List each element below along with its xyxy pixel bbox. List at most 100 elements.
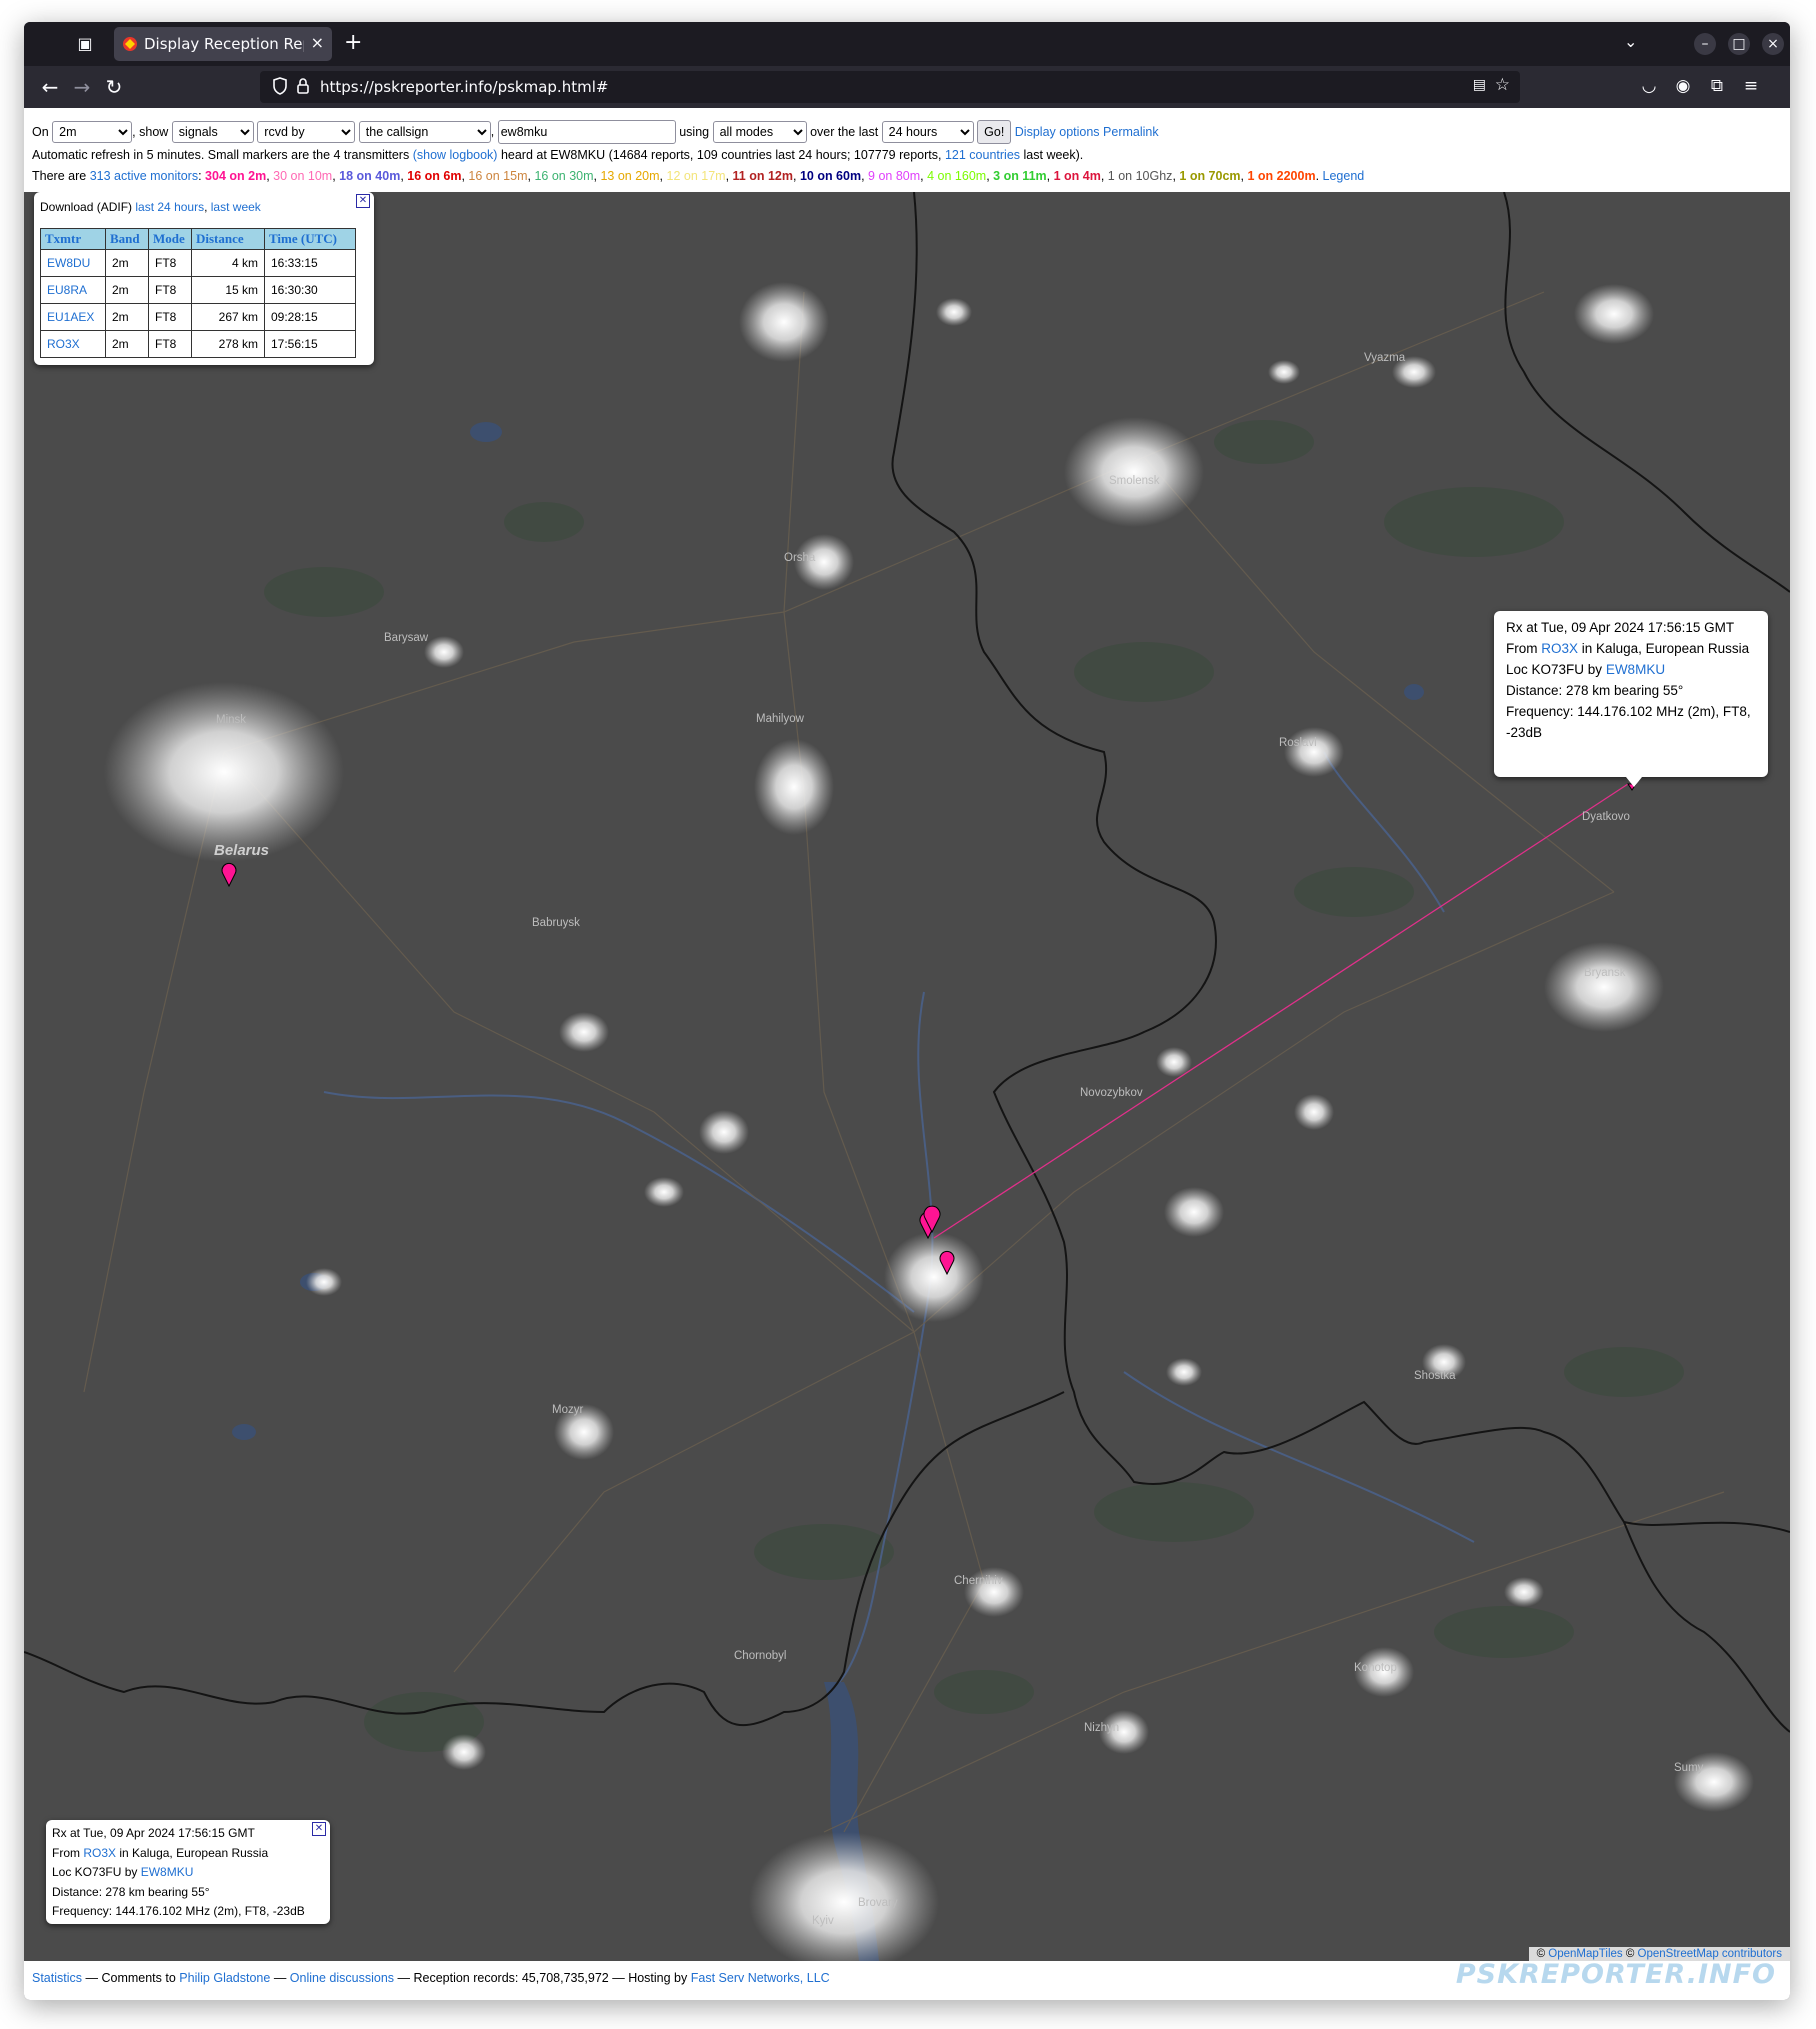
map-label: Orsha	[784, 552, 816, 564]
period-select[interactable]: 24 hours	[881, 121, 974, 143]
account-icon[interactable]: ◉	[1672, 76, 1694, 96]
col-distance[interactable]: Distance	[191, 228, 265, 250]
col-mode[interactable]: Mode	[148, 228, 192, 250]
comments-text: — Comments to	[85, 1971, 176, 1985]
map-label: Dyatkovo	[1582, 811, 1630, 823]
popup-from-label: From	[52, 1845, 80, 1860]
dash-text: —	[273, 1971, 287, 1985]
band-count: 10 on 60m	[799, 169, 862, 183]
pskreporter-favicon-icon	[123, 37, 137, 51]
callsign-input[interactable]	[497, 120, 676, 144]
display-options-link[interactable]: Display options	[1015, 125, 1100, 139]
mode-cell: FT8	[148, 276, 192, 304]
download-lastweek-link[interactable]: last week	[211, 200, 261, 214]
forward-icon[interactable]: →	[70, 75, 94, 99]
bubble-pointer	[1626, 777, 1642, 787]
new-tab-icon[interactable]: +	[344, 30, 362, 55]
tab-close-icon[interactable]: ×	[311, 33, 324, 52]
map-label: Chernihiv	[954, 1575, 1003, 1587]
band-count: 1 on 70cm	[1179, 169, 1241, 183]
band-count: 16 on 6m	[407, 169, 462, 183]
show-select[interactable]: signals	[171, 121, 254, 143]
refresh-info: Automatic refresh in 5 minutes. Small ma…	[32, 148, 1083, 162]
maximize-icon[interactable]: □	[1728, 33, 1750, 55]
popup-receiver-link[interactable]: EW8MKU	[141, 1865, 194, 1879]
tracking-protection-shield-icon[interactable]	[272, 77, 288, 95]
reload-icon[interactable]: ↻	[102, 75, 126, 99]
band-count: 11 on 12m	[732, 169, 793, 183]
monitors-pre-text: There are	[32, 169, 87, 183]
show-logbook-link[interactable]: (show logbook)	[413, 148, 498, 162]
tab-list-icon[interactable]: ▣	[74, 33, 96, 55]
band-count: 1 on 10Ghz	[1107, 169, 1173, 183]
legend-link[interactable]: Legend	[1323, 169, 1365, 183]
page-footer: Statistics — Comments to Philip Gladston…	[32, 1971, 830, 1985]
back-icon[interactable]: ←	[38, 75, 62, 99]
time-cell: 17:56:15	[264, 330, 356, 358]
on-label: On	[32, 125, 49, 139]
band-cell: 2m	[105, 276, 149, 304]
lock-icon[interactable]	[296, 77, 310, 95]
colon-text: :	[198, 169, 202, 183]
bubble-from-call-link[interactable]: RO3X	[1541, 641, 1578, 656]
bubble-receiver-link[interactable]: EW8MKU	[1606, 662, 1665, 677]
menu-hamburger-icon[interactable]: ≡	[1740, 76, 1762, 96]
popup-rx-time: Rx at Tue, 09 Apr 2024 17:56:15 GMT	[52, 1826, 255, 1840]
permalink-link[interactable]: Permalink	[1103, 125, 1159, 139]
map-label: Barysaw	[384, 632, 429, 644]
bookmark-star-icon[interactable]: ☆	[1495, 75, 1510, 95]
reader-view-icon[interactable]: ▤	[1473, 77, 1486, 93]
band-count: 304 on 2m	[205, 169, 267, 183]
pocket-icon[interactable]: ◡	[1638, 76, 1660, 96]
map-canvas[interactable]: Minsk Belarus Babruysk Mahilyow Orsha Smolens…	[24, 192, 1790, 1961]
band-counts: 304 on 2m, 30 on 10m, 18 on 40m, 16 on 6…	[205, 169, 1323, 183]
reports-text: heard at EW8MKU (14684 reports, 109 coun…	[500, 148, 942, 162]
map-label: Belarus	[214, 842, 270, 859]
band-count: 16 on 15m	[468, 169, 528, 183]
bubble-distance: Distance: 278 km bearing 55°	[1506, 683, 1684, 698]
txmtr-link[interactable]: EU1AEX	[47, 310, 94, 324]
tab-active[interactable]: Display Reception Reports ×	[114, 27, 332, 61]
txmtr-link[interactable]: EU8RA	[47, 283, 87, 297]
close-window-icon[interactable]: ×	[1762, 33, 1784, 55]
extensions-icon[interactable]: ⧉	[1706, 76, 1728, 96]
col-txmtr[interactable]: Txmtr	[40, 228, 106, 250]
txmtr-link[interactable]: EW8DU	[47, 256, 90, 270]
time-cell: 16:33:15	[264, 249, 356, 277]
list-tabs-chevron-icon[interactable]: ⌄	[1624, 32, 1637, 51]
who-select[interactable]: the callsign	[358, 121, 491, 143]
close-detail-popup-icon[interactable]: ✕	[312, 1822, 326, 1836]
countries-link[interactable]: 121 countries	[945, 148, 1020, 162]
minimize-icon[interactable]: –	[1694, 33, 1716, 55]
band-select[interactable]: 2m	[52, 121, 133, 143]
download-last24-link[interactable]: last 24 hours	[135, 200, 204, 214]
bubble-frequency: Frequency: 144.176.102 MHz (2m), FT8, -2…	[1506, 704, 1751, 740]
hosting-link[interactable]: Fast Serv Networks, LLC	[691, 1971, 830, 1985]
reception-info-bubble: Rx at Tue, 09 Apr 2024 17:56:15 GMT From…	[1494, 611, 1768, 787]
online-discussions-link[interactable]: Online discussions	[290, 1971, 394, 1985]
map-label: Shostka	[1414, 1370, 1456, 1382]
mode-select[interactable]: all modes	[712, 121, 807, 143]
map-label: Mozyr	[552, 1404, 584, 1416]
go-button[interactable]: Go!	[977, 120, 1012, 144]
author-link[interactable]: Philip Gladstone	[179, 1971, 270, 1985]
statistics-link[interactable]: Statistics	[32, 1971, 82, 1985]
col-band[interactable]: Band	[105, 228, 149, 250]
records-text: — Reception records: 45,708,735,972 — Ho…	[397, 1971, 688, 1985]
map-label: Novozybkov	[1080, 1087, 1143, 1099]
band-count: 30 on 10m	[273, 169, 333, 183]
direction-select[interactable]: rcvd by	[257, 121, 356, 143]
popup-from-call-link[interactable]: RO3X	[83, 1846, 116, 1860]
txmtr-link[interactable]: RO3X	[47, 337, 80, 351]
active-monitors-link[interactable]: 313 active monitors	[90, 169, 198, 183]
band-cell: 2m	[105, 303, 149, 331]
map-label: Babruysk	[532, 917, 580, 929]
transmitter-table: Txmtr Band Mode Distance Time (UTC) EW8D…	[40, 228, 356, 358]
marker-eu1aex-icon[interactable]	[221, 862, 237, 888]
reception-detail-popup: ✕ Rx at Tue, 09 Apr 2024 17:56:15 GMT Fr…	[46, 1820, 330, 1924]
close-download-panel-icon[interactable]: ✕	[356, 194, 370, 208]
band-count: 1 on 4m	[1053, 169, 1101, 183]
col-time[interactable]: Time (UTC)	[264, 228, 356, 250]
address-bar[interactable]: https://pskreporter.info/pskmap.html# ▤ …	[260, 71, 1520, 103]
map-label: Brovary	[858, 1897, 898, 1909]
